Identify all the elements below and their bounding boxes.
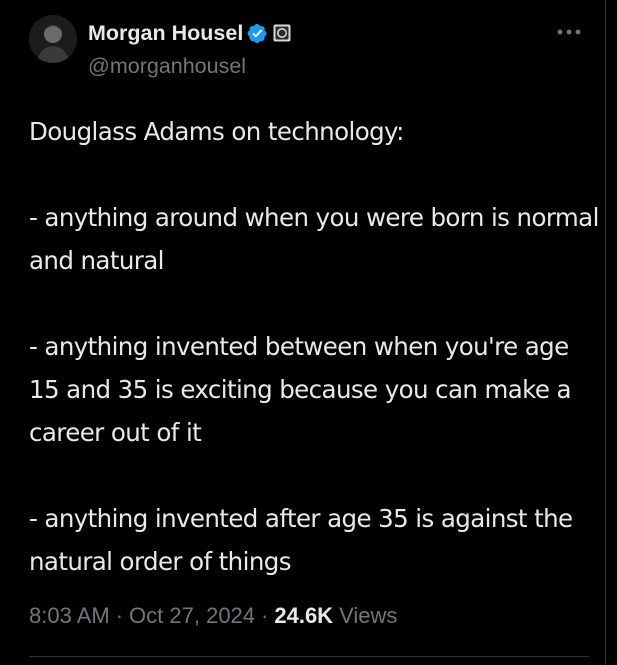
more-options-button[interactable] [551, 18, 587, 46]
author-handle[interactable]: @morganhousel [88, 54, 246, 79]
tweet-paragraph-1: - anything around when you were born is … [29, 203, 599, 275]
divider [29, 656, 589, 657]
more-horizontal-icon [557, 29, 581, 35]
tweet-date[interactable]: Oct 27, 2024 [129, 603, 255, 629]
affiliate-badge-icon[interactable] [273, 24, 291, 42]
author-display-name[interactable]: Morgan Housel [88, 21, 243, 46]
tweet-meta: 8:03 AM · Oct 27, 2024 · 24.6K Views [29, 603, 397, 629]
tweet-line-intro: Douglass Adams on technology: [29, 117, 404, 146]
views-count[interactable]: 24.6K [274, 603, 333, 629]
verified-badge-icon[interactable] [247, 23, 268, 44]
tweet-paragraph-3: - anything invented after age 35 is agai… [29, 504, 573, 576]
views-label[interactable]: Views [339, 603, 397, 629]
tweet-text: Douglass Adams on technology: - anything… [29, 110, 599, 583]
meta-separator: · [261, 603, 269, 628]
tweet-time[interactable]: 8:03 AM [29, 603, 110, 629]
meta-separator: · [115, 603, 124, 628]
tweet-paragraph-2: - anything invented between when you're … [29, 332, 572, 447]
tweet-card: Morgan Housel @morganhousel Douglass Ada… [0, 0, 606, 665]
avatar[interactable] [29, 15, 77, 63]
author-name-row: Morgan Housel [88, 18, 291, 48]
